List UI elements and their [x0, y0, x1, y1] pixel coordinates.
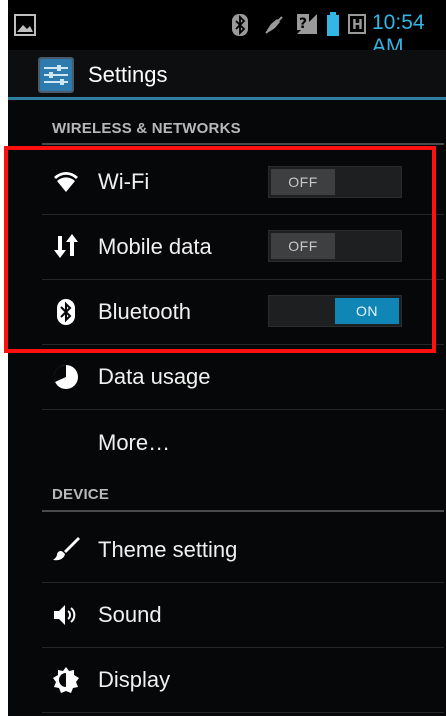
- brush-icon: [53, 537, 80, 561]
- settings-item-label: Bluetooth: [98, 299, 191, 324]
- settings-item-label: More…: [98, 430, 171, 455]
- mobile-data-toggle[interactable]: OFF: [268, 230, 402, 262]
- settings-sliders-icon[interactable]: [38, 57, 74, 93]
- action-bar-divider: [8, 97, 446, 100]
- toggle-state: ON: [335, 298, 399, 324]
- toggle-state: OFF: [271, 169, 335, 195]
- mute-icon: [265, 16, 283, 34]
- section-divider: [42, 510, 444, 512]
- row-divider: [42, 712, 444, 713]
- row-divider: [42, 582, 444, 583]
- speaker-icon: [54, 605, 76, 625]
- row-divider: [42, 409, 444, 410]
- settings-item-label: Mobile data: [98, 234, 212, 259]
- row-divider: [42, 647, 444, 648]
- row-divider: [42, 344, 444, 345]
- wifi-icon: [54, 172, 78, 192]
- settings-item-label: Theme setting: [98, 537, 238, 562]
- settings-item-label: Display: [98, 667, 171, 692]
- section-divider: [42, 143, 444, 145]
- row-divider: [42, 279, 444, 280]
- signal-question-icon: ?: [297, 14, 317, 34]
- bluetooth-toggle[interactable]: ON: [268, 295, 402, 327]
- row-divider: [42, 214, 444, 215]
- mobile-data-icon: [54, 234, 78, 258]
- bluetooth-icon: [232, 14, 248, 36]
- h-data-icon: H: [348, 14, 366, 34]
- display-icon: [53, 667, 79, 693]
- settings-item-label: Wi-Fi: [98, 169, 150, 194]
- page-title: Settings: [88, 62, 168, 87]
- svg-text:?: ?: [299, 16, 307, 32]
- toggle-state: OFF: [271, 233, 335, 259]
- data-usage-icon: [53, 364, 78, 389]
- wifi-toggle[interactable]: OFF: [268, 166, 402, 198]
- svg-text:H: H: [352, 18, 363, 33]
- bluetooth-icon: [57, 299, 75, 325]
- status-bar: ? H 10:54 AM: [8, 0, 446, 58]
- settings-item-label: Data usage: [98, 364, 211, 389]
- battery-icon: [327, 12, 339, 36]
- section-header-wireless: WIRELESS & NETWORKS: [52, 120, 241, 137]
- settings-item-label: Sound: [98, 602, 162, 627]
- image-icon: [14, 14, 36, 36]
- section-header-device: DEVICE: [52, 486, 110, 503]
- settings-screen: ? H 10:54 AM Settings WIRELESS & NETWORK…: [8, 0, 446, 716]
